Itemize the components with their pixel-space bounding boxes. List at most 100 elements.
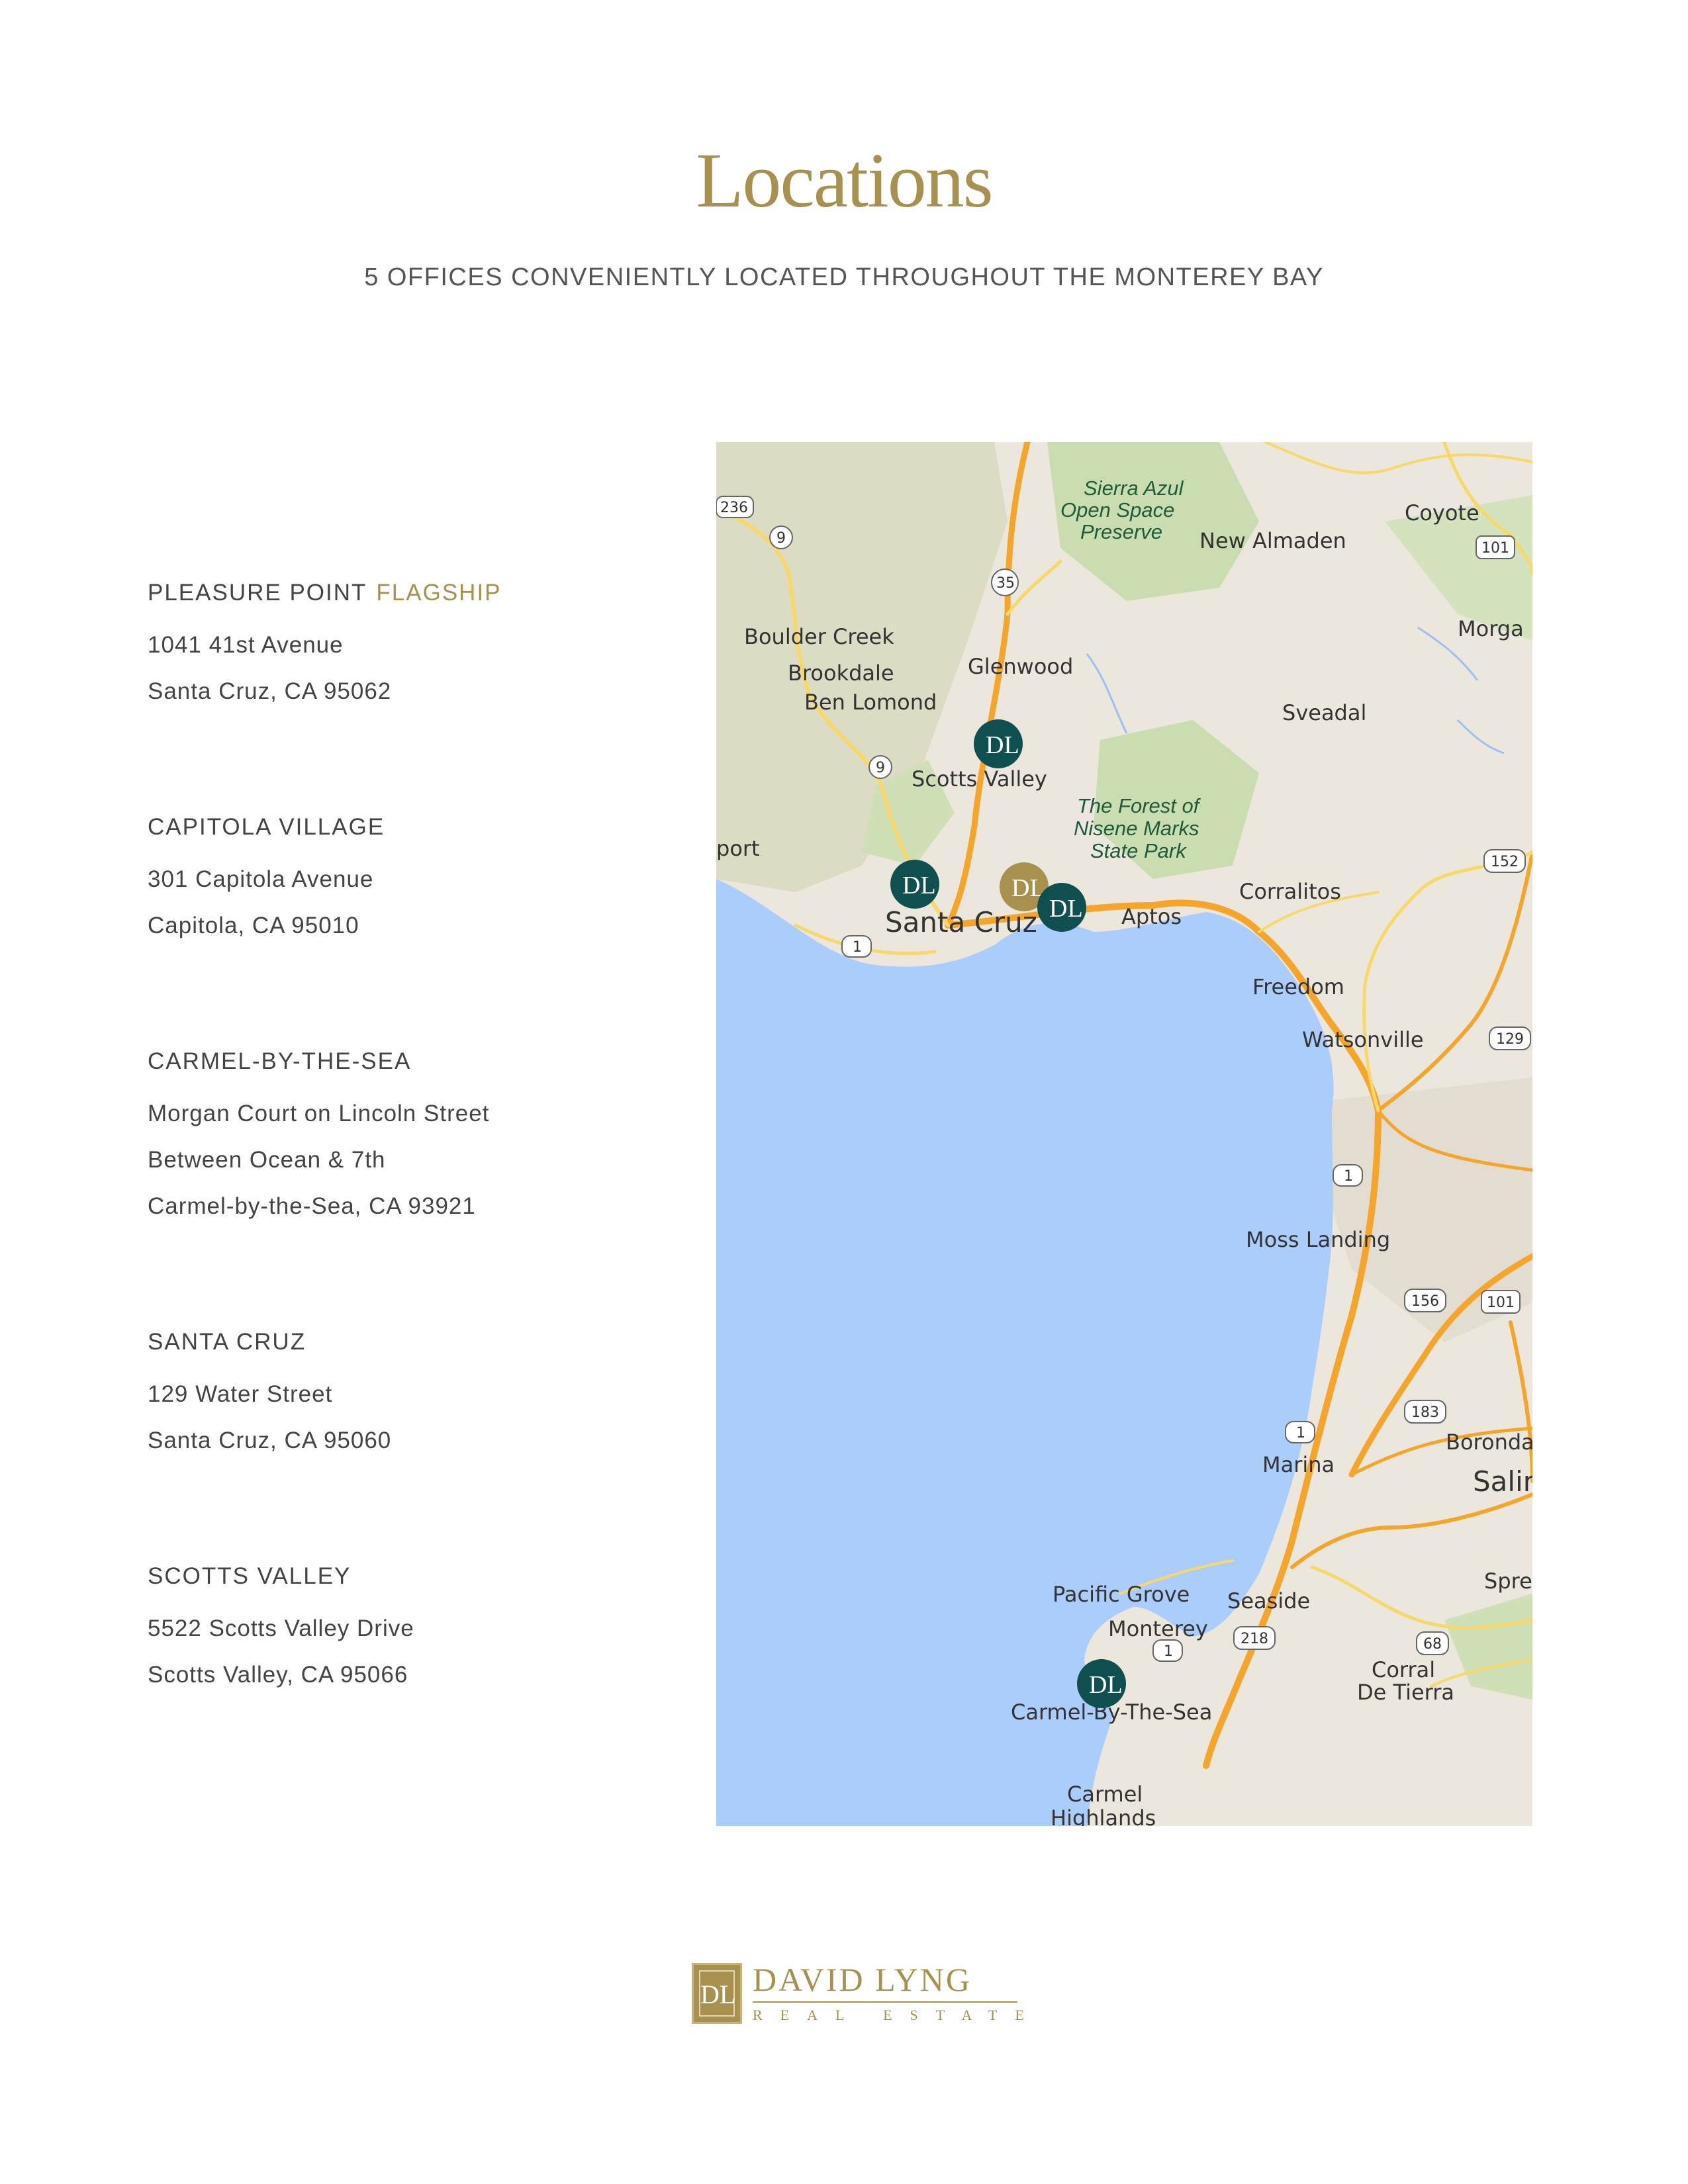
office-scotts-valley: SCOTTS VALLEY 5522 Scotts Valley Drive S… [148, 1559, 414, 1698]
office-address-line: 1041 41st Avenue [148, 632, 344, 658]
route-shield: 156 [1404, 1289, 1446, 1312]
map-label: New Almaden [1199, 528, 1346, 553]
office-carmel-by-the-sea: CARMEL-BY-THE-SEA Morgan Court on Lincol… [148, 1044, 489, 1230]
office-name: PLEASURE POINT [148, 580, 367, 606]
map-label: Watsonville [1302, 1027, 1424, 1052]
svg-text:183: 183 [1411, 1404, 1439, 1421]
map-label: State Park [1090, 839, 1187, 862]
map-label: Corralitos [1239, 879, 1341, 904]
office-map[interactable]: Sierra Azul Open Space Preserve New Alma… [716, 442, 1532, 1826]
map-label: Santa Cruz [885, 906, 1037, 938]
office-city-line: Santa Cruz, CA 95060 [148, 1428, 392, 1453]
office-name: SANTA CRUZ [148, 1329, 306, 1355]
map-label: Monterey [1108, 1616, 1208, 1641]
route-shield: 101 [1481, 1290, 1521, 1314]
route-shield: 9 [769, 525, 793, 549]
map-marker-carmel-by-the-sea[interactable]: DL [1077, 1659, 1126, 1708]
svg-text:1: 1 [1164, 1643, 1173, 1660]
svg-text:35: 35 [996, 575, 1015, 592]
map-label: Carmel [1067, 1782, 1143, 1807]
map-label: Sveadal [1282, 700, 1366, 725]
map-label: Boulder Creek [744, 624, 894, 649]
svg-text:1: 1 [853, 939, 862, 956]
map-label: Spre [1484, 1569, 1532, 1594]
svg-text:236: 236 [720, 500, 748, 516]
logo-brand-name: DAVID LYNG [753, 1961, 972, 1998]
route-shield: 129 [1489, 1026, 1531, 1050]
svg-text:9: 9 [776, 530, 786, 547]
map-label: Scotts Valley [912, 766, 1047, 792]
office-address-line: Morgan Court on Lincoln Street [148, 1101, 490, 1126]
route-shield: 1 [841, 935, 872, 958]
office-name: CARMEL-BY-THE-SEA [148, 1048, 412, 1074]
route-shield: 236 [716, 496, 754, 518]
office-address-line-2: Between Ocean & 7th [148, 1147, 386, 1173]
map-label: Freedom [1252, 974, 1344, 999]
office-address-line: 5522 Scotts Valley Drive [148, 1615, 414, 1641]
route-shield: 9 [868, 755, 892, 779]
map-label: Coyote [1405, 500, 1479, 525]
svg-text:DL: DL [1049, 895, 1083, 923]
route-shield: 101 [1476, 535, 1515, 559]
map-marker-santa-cruz[interactable]: DL [890, 860, 939, 909]
logo-monogram-icon: DL [692, 1963, 742, 2024]
page-subtitle: 5 OFFICES CONVENIENTLY LOCATED THROUGHOU… [364, 263, 1324, 291]
svg-text:68: 68 [1423, 1636, 1442, 1653]
map-label: port [716, 836, 760, 861]
svg-text:101: 101 [1487, 1295, 1515, 1311]
svg-text:156: 156 [1411, 1293, 1439, 1310]
map-marker-scotts-valley[interactable]: DL [974, 719, 1023, 768]
flagship-badge: FLAGSHIP [376, 580, 502, 606]
svg-text:9: 9 [876, 760, 885, 776]
svg-text:1: 1 [1296, 1425, 1305, 1441]
route-shield: 1 [1285, 1421, 1315, 1443]
map-marker-capitola-village[interactable]: DL [1037, 883, 1086, 932]
map-label: Ben Lomond [804, 690, 937, 715]
map-label: Glenwood [968, 654, 1073, 679]
map-label: Boronda [1446, 1430, 1532, 1455]
map-label: Open Space [1060, 498, 1174, 522]
svg-text:218: 218 [1241, 1631, 1268, 1647]
office-name: CAPITOLA VILLAGE [148, 814, 385, 840]
route-shield: 1 [1152, 1639, 1183, 1662]
route-shield: 152 [1483, 849, 1526, 873]
logo-tagline: REAL ESTATE [753, 2007, 1042, 2023]
svg-text:DL: DL [986, 731, 1019, 759]
route-shield: 183 [1404, 1400, 1446, 1424]
map-label: Preserve [1080, 520, 1162, 543]
map-label: Marina [1262, 1452, 1335, 1477]
office-name: SCOTTS VALLEY [148, 1563, 352, 1589]
svg-text:101: 101 [1481, 540, 1509, 557]
map-label: Brookdale [788, 660, 894, 686]
svg-text:152: 152 [1491, 854, 1519, 870]
office-pleasure-point: PLEASURE POINT FLAGSHIP 1041 41st Avenue … [148, 576, 502, 715]
svg-text:DL: DL [1089, 1671, 1123, 1699]
svg-text:1: 1 [1344, 1168, 1353, 1185]
map-label: Seaside [1227, 1588, 1310, 1614]
david-lyng-logo: DL DAVID LYNG REAL ESTATE [692, 1960, 1024, 2032]
map-label: Morga [1458, 616, 1524, 641]
page-title: Locations [696, 137, 993, 224]
office-city-line: Carmel-by-the-Sea, CA 93921 [148, 1193, 476, 1219]
map-label: De Tierra [1357, 1680, 1454, 1705]
logo-divider [753, 2001, 1017, 2003]
map-label: Highlands [1051, 1805, 1156, 1826]
map-label: Nisene Marks [1074, 817, 1199, 840]
route-shield: 1 [1333, 1164, 1363, 1187]
svg-text:129: 129 [1496, 1031, 1524, 1048]
map-label: Moss Landing [1246, 1227, 1390, 1252]
map-label: The Forest of [1077, 794, 1201, 817]
map-label: Pacific Grove [1053, 1582, 1190, 1607]
map-label: Sierra Azul [1084, 477, 1184, 500]
route-shield: 218 [1233, 1626, 1276, 1650]
route-shield: 68 [1416, 1631, 1449, 1655]
office-address-line: 301 Capitola Avenue [148, 866, 374, 892]
office-santa-cruz: SANTA CRUZ 129 Water Street Santa Cruz, … [148, 1325, 391, 1464]
office-city-line: Scotts Valley, CA 95066 [148, 1662, 408, 1688]
office-city-line: Santa Cruz, CA 95062 [148, 678, 392, 704]
office-address-line: 129 Water Street [148, 1381, 333, 1407]
map-label: Salin [1473, 1465, 1532, 1498]
map-canvas: Sierra Azul Open Space Preserve New Alma… [716, 442, 1532, 1826]
route-shield: 35 [991, 569, 1019, 596]
map-label: Aptos [1121, 904, 1182, 929]
